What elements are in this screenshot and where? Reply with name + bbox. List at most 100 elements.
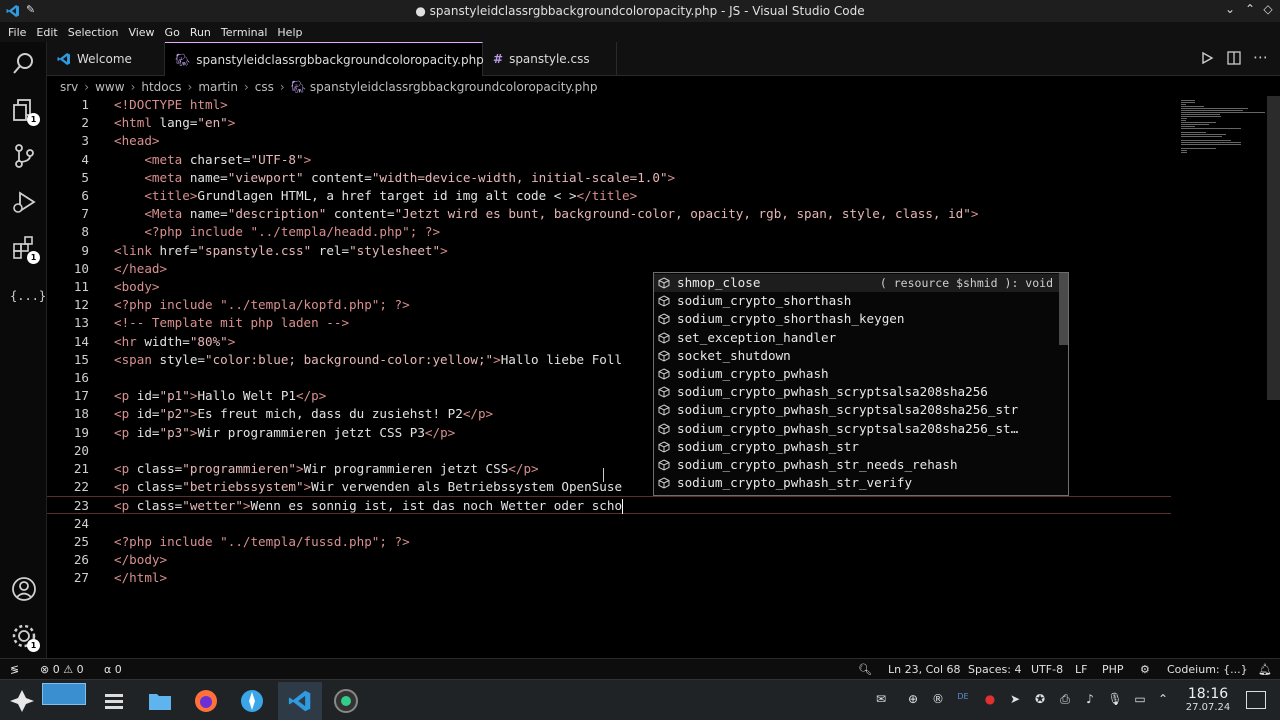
- suggest-item[interactable]: sodium_crypto_pwhash_scryptsalsa208sha25…: [654, 401, 1059, 419]
- recording-dot-icon[interactable]: ●: [982, 692, 998, 708]
- zoom-icon[interactable]: 🔍︎: [858, 663, 872, 676]
- source-control-icon[interactable]: [10, 142, 38, 170]
- suggest-item[interactable]: sodium_crypto_shorthash: [654, 292, 1059, 310]
- suggest-item[interactable]: sodium_crypto_pwhash_str_verify: [654, 474, 1059, 492]
- breadcrumb-item[interactable]: htdocs: [141, 80, 181, 94]
- code-line[interactable]: 1 <!DOCTYPE html>: [47, 96, 1171, 114]
- suggest-item[interactable]: set_exception_handler: [654, 329, 1059, 347]
- clock-date: 27.07.24: [1185, 702, 1231, 713]
- maximize-icon[interactable]: ⌃: [1240, 2, 1260, 16]
- tray-expand-icon[interactable]: ⌃: [1155, 692, 1171, 708]
- show-desktop-icon[interactable]: [1246, 691, 1266, 709]
- code-line[interactable]: 27 </html>: [47, 569, 1171, 587]
- language-mode[interactable]: PHP: [1102, 663, 1124, 676]
- breadcrumb-item[interactable]: martin: [198, 80, 238, 94]
- json-icon[interactable]: {...}: [10, 282, 46, 310]
- breadcrumb-item[interactable]: spanstyleidclassrgbbackgroundcoloropacit…: [310, 80, 598, 94]
- menu-go[interactable]: Go: [160, 26, 185, 39]
- search-icon[interactable]: [10, 50, 38, 78]
- code-line[interactable]: 9 <link href="spanstyle.css" rel="stylesh…: [47, 242, 1171, 260]
- firefox-icon[interactable]: [192, 687, 220, 715]
- microphone-icon[interactable]: 🎙︎: [1107, 692, 1123, 708]
- printer-icon[interactable]: ⎙: [1057, 692, 1073, 708]
- menu-edit[interactable]: Edit: [31, 26, 62, 39]
- keyboard-layout[interactable]: DE: [955, 692, 971, 708]
- suggest-item[interactable]: sodium_crypto_pwhash_scryptsalsa208sha25…: [654, 420, 1059, 438]
- remote-icon[interactable]: ≶: [10, 663, 19, 676]
- code-token: "color:blue; background-color:yellow;": [205, 351, 494, 367]
- cursor-position[interactable]: Ln 23, Col 68: [888, 663, 961, 676]
- menu-selection[interactable]: Selection: [63, 26, 124, 39]
- extensions-icon[interactable]: 1: [10, 234, 40, 264]
- minimize-icon[interactable]: ⌄: [1220, 2, 1240, 16]
- code-text: <meta name="viewport" content="width=dev…: [114, 169, 675, 187]
- network-icon[interactable]: ⊕: [905, 692, 921, 708]
- codeium-status[interactable]: Codeium: {...}: [1167, 663, 1248, 676]
- app-launcher-icon[interactable]: [8, 687, 36, 715]
- keep-above-icon[interactable]: ◇: [1258, 2, 1278, 16]
- code-line[interactable]: 25 <?php include "../templa/fussd.php"; ?…: [47, 533, 1171, 551]
- breadcrumb-item[interactable]: srv: [60, 80, 78, 94]
- code-line[interactable]: 6 <title>Grundlagen HTML, a href target …: [47, 187, 1171, 205]
- code-token: <Meta: [144, 206, 190, 222]
- menu-run[interactable]: Run: [185, 26, 216, 39]
- code-line[interactable]: 8 <?php include "../templa/headd.php"; ?…: [47, 223, 1171, 241]
- telegram-icon[interactable]: ➤: [1007, 692, 1023, 708]
- display-icon[interactable]: ▭: [1132, 692, 1148, 708]
- system-settings-icon[interactable]: [100, 687, 128, 715]
- code-line[interactable]: 2 <html lang="en">: [47, 114, 1171, 132]
- file-manager-icon[interactable]: [146, 687, 174, 715]
- suggest-item[interactable]: sodium_crypto_pwhash_str_needs_rehash: [654, 456, 1059, 474]
- suggest-item[interactable]: shmop_close ( resource $shmid ): void: [654, 274, 1059, 292]
- ports-status[interactable]: ⍺ 0: [104, 663, 122, 676]
- code-line[interactable]: 24: [47, 515, 1171, 533]
- suggest-item[interactable]: sodium_crypto_pwhash: [654, 365, 1059, 383]
- account-icon[interactable]: [10, 575, 38, 603]
- run-file-icon[interactable]: [1200, 51, 1214, 65]
- indentation[interactable]: Spaces: 4: [968, 663, 1021, 676]
- screen-recorder-icon[interactable]: [332, 687, 360, 715]
- code-token: >: [227, 115, 236, 131]
- tab-css-file[interactable]: # spanstyle.css: [483, 42, 617, 76]
- browser-compass-icon[interactable]: [238, 687, 266, 715]
- explorer-icon[interactable]: 1: [10, 96, 40, 126]
- breadcrumb-item[interactable]: css: [255, 80, 274, 94]
- code-line[interactable]: 23 <p class="wetter">Wenn es sonnig ist, …: [47, 496, 1171, 515]
- encoding[interactable]: UTF-8: [1031, 663, 1063, 676]
- vscode-task[interactable]: [278, 682, 322, 720]
- problems-status[interactable]: ⊗ 0 ⚠ 0: [40, 663, 84, 676]
- suggest-label: sodium_crypto_shorthash: [677, 293, 852, 309]
- editor-scrollbar[interactable]: [1267, 96, 1280, 400]
- code-line[interactable]: 5 <meta name="viewport" content="width=d…: [47, 169, 1171, 187]
- suggest-item[interactable]: sodium_crypto_shorthash_keygen: [654, 310, 1059, 328]
- more-actions-icon[interactable]: ⋯: [1253, 48, 1268, 66]
- suggest-scrollbar[interactable]: [1059, 273, 1068, 345]
- clipboard-icon[interactable]: ✉: [873, 692, 889, 708]
- notifications-bell-icon[interactable]: 🔔︎: [1258, 663, 1272, 676]
- run-debug-icon[interactable]: [10, 188, 38, 216]
- volume-icon[interactable]: ♪: [1082, 692, 1098, 708]
- clock[interactable]: 18:16 27.07.24: [1180, 686, 1236, 713]
- code-line[interactable]: 7 <Meta name="description" content="Jetz…: [47, 205, 1171, 223]
- settings-gear-icon[interactable]: 1: [10, 622, 40, 652]
- split-editor-icon[interactable]: [1227, 51, 1241, 65]
- minimap[interactable]: [1177, 96, 1267, 658]
- virtual-desktop-pager[interactable]: [42, 683, 86, 705]
- code-line[interactable]: 3 <head>: [47, 132, 1171, 150]
- tab-welcome[interactable]: Welcome: [47, 42, 165, 76]
- suggest-item[interactable]: sodium_crypto_pwhash_scryptsalsa208sha25…: [654, 383, 1059, 401]
- lightbulb-icon[interactable]: ✪: [1032, 692, 1048, 708]
- code-line[interactable]: 26 </body>: [47, 551, 1171, 569]
- code-line[interactable]: 4 <meta charset="UTF-8">: [47, 151, 1171, 169]
- menu-terminal[interactable]: Terminal: [216, 26, 273, 39]
- code-token: <?php include "../templa/kopfd.php"; ?>: [114, 297, 410, 313]
- help-icon[interactable]: ®: [930, 692, 946, 708]
- menu-help[interactable]: Help: [272, 26, 307, 39]
- suggest-item[interactable]: socket_shutdown: [654, 347, 1059, 365]
- end-of-line[interactable]: LF: [1075, 663, 1087, 676]
- tab-php-file[interactable]: 🐘︎ spanstyleidclassrgbbackgroundcoloropa…: [165, 42, 484, 76]
- menu-view[interactable]: View: [123, 26, 159, 39]
- breadcrumb-item[interactable]: www: [95, 80, 124, 94]
- menu-file[interactable]: File: [3, 26, 31, 39]
- suggest-item[interactable]: sodium_crypto_pwhash_str: [654, 438, 1059, 456]
